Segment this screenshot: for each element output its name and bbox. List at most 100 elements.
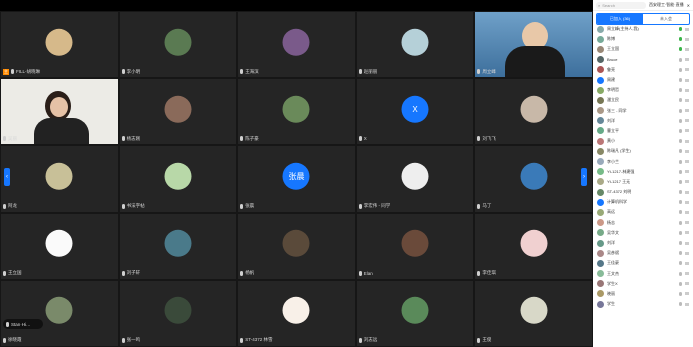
camera-icon[interactable] [685,292,689,296]
participant-list-item[interactable]: 王文杰 [593,269,693,279]
mic-icon[interactable] [679,108,682,113]
mic-icon[interactable] [679,251,682,256]
participant-list-item[interactable]: 周建 [593,75,693,85]
participant-tile[interactable]: 书法字帖 [118,145,238,213]
participant-list-item[interactable]: Yt-1217-林建强 [593,167,693,177]
mic-icon[interactable] [679,281,682,286]
participant-tile[interactable]: 刘子轩 [118,212,238,280]
participant-tile[interactable]: 张一鸣 [118,279,238,347]
participant-list-item[interactable]: 学生 [593,299,693,309]
mic-icon[interactable] [679,57,682,62]
camera-icon[interactable] [685,231,689,235]
participant-list-item[interactable]: 曹立平 [593,126,693,136]
participant-list-item[interactable]: 陈博 [593,34,693,44]
mic-icon[interactable] [679,179,682,184]
camera-icon[interactable] [685,190,689,194]
participant-list-item[interactable]: 高远 [593,207,693,217]
mic-icon[interactable] [679,302,682,307]
mic-icon[interactable] [679,128,682,133]
camera-icon[interactable] [685,251,689,255]
mic-icon[interactable] [679,220,682,225]
camera-icon[interactable] [685,139,689,143]
mic-icon[interactable] [679,271,682,276]
mic-icon[interactable] [679,241,682,246]
camera-icon[interactable] [685,170,689,174]
camera-icon[interactable] [685,200,689,204]
participant-list-item[interactable]: 刘洋 [593,238,693,248]
next-page-button[interactable]: › [581,168,587,186]
participant-tile[interactable]: 李小明 [118,11,238,79]
participant-list-item[interactable]: 鲁亮 [593,65,693,75]
camera-icon[interactable] [685,68,689,72]
participant-list-item[interactable]: Yt-1217 王无 [593,177,693,187]
camera-icon[interactable] [685,58,689,62]
camera-icon[interactable] [685,78,689,82]
mic-icon[interactable] [679,291,682,296]
participant-list-item[interactable]: 张三 - 同学 [593,106,693,116]
participant-tile[interactable]: 刘飞飞 [474,78,593,146]
camera-icon[interactable] [685,47,689,51]
participant-tile[interactable]: 李宏伟 - 同学 [355,145,475,213]
participant-list-item[interactable]: 李明哲 [593,85,693,95]
camera-icon[interactable] [685,282,689,286]
participant-list-item[interactable]: 陈瑞凡 (学生) [593,146,693,156]
camera-icon[interactable] [685,302,689,306]
participant-tile[interactable]: 杨志刚 [118,78,238,146]
participant-list-item[interactable]: 周立峰(主持人,我) [593,24,693,34]
participant-list-item[interactable]: 吴华文 [593,228,693,238]
participant-tile[interactable]: XX [355,78,475,146]
mic-icon[interactable] [679,210,682,215]
camera-icon[interactable] [685,241,689,245]
camera-icon[interactable] [685,88,689,92]
participant-tile[interactable]: 阿龙 [0,145,119,213]
close-icon[interactable]: ✕ [687,3,690,8]
participant-list-item[interactable]: 潘立民 [593,95,693,105]
floating-control[interactable]: Stan·Hi… [3,319,43,329]
participant-tile[interactable]: 王立国 [0,212,119,280]
participant-list-item[interactable]: 杨志 [593,218,693,228]
participant-tile[interactable]: 吴丽 [0,78,119,146]
participant-list-item[interactable]: 晓丽 [593,289,693,299]
participant-list-item[interactable]: 计算机科学 [593,197,693,207]
mic-icon[interactable] [679,118,682,123]
participant-list-item[interactable]: 学生X [593,279,693,289]
participant-tile[interactable]: 赵丽丽 [355,11,475,79]
camera-icon[interactable] [685,37,689,41]
camera-icon[interactable] [685,109,689,113]
participant-tile[interactable]: 陈子豪 [237,78,356,146]
mic-icon[interactable] [679,78,682,83]
participant-list-item[interactable]: Bruce [593,55,693,65]
participant-tile[interactable]: 刘志远 [355,279,475,347]
camera-icon[interactable] [685,149,689,153]
participant-tile[interactable]: 主 FILL-胡晓琳 [0,11,119,79]
participant-tile[interactable]: 王海滨 [237,11,356,79]
camera-icon[interactable] [685,221,689,225]
mic-icon[interactable] [679,230,682,235]
camera-icon[interactable] [685,180,689,184]
camera-icon[interactable] [685,160,689,164]
camera-icon[interactable] [685,261,689,265]
camera-icon[interactable] [685,27,689,31]
participant-tile[interactable]: 杨帆 [237,212,356,280]
mic-icon[interactable] [679,159,682,164]
camera-icon[interactable] [685,272,689,276]
participant-list-item[interactable]: 李小兰 [593,156,693,166]
participant-tile[interactable]: 马丁 [474,145,593,213]
mic-icon[interactable] [679,261,682,266]
tab-not-joined[interactable]: 未入会 [643,14,689,24]
participant-list-item[interactable]: 王立国 [593,44,693,54]
participant-list-item[interactable]: ST-4372 刘明 [593,187,693,197]
mic-icon[interactable] [679,169,682,174]
mic-icon[interactable] [679,67,682,72]
participant-tile[interactable]: 王俊 [474,279,593,347]
mic-icon[interactable] [679,27,682,32]
mic-icon[interactable] [679,190,682,195]
participant-tile[interactable]: 李佳琪 [474,212,593,280]
mic-icon[interactable] [679,139,682,144]
camera-icon[interactable] [685,210,689,214]
participant-tile[interactable]: 张晨 张晨 [237,145,356,213]
search-input[interactable]: ⌕ Search [596,1,646,9]
participant-list-item[interactable]: 王佳豪 [593,258,693,268]
mic-icon[interactable] [679,37,682,42]
camera-icon[interactable] [685,129,689,133]
